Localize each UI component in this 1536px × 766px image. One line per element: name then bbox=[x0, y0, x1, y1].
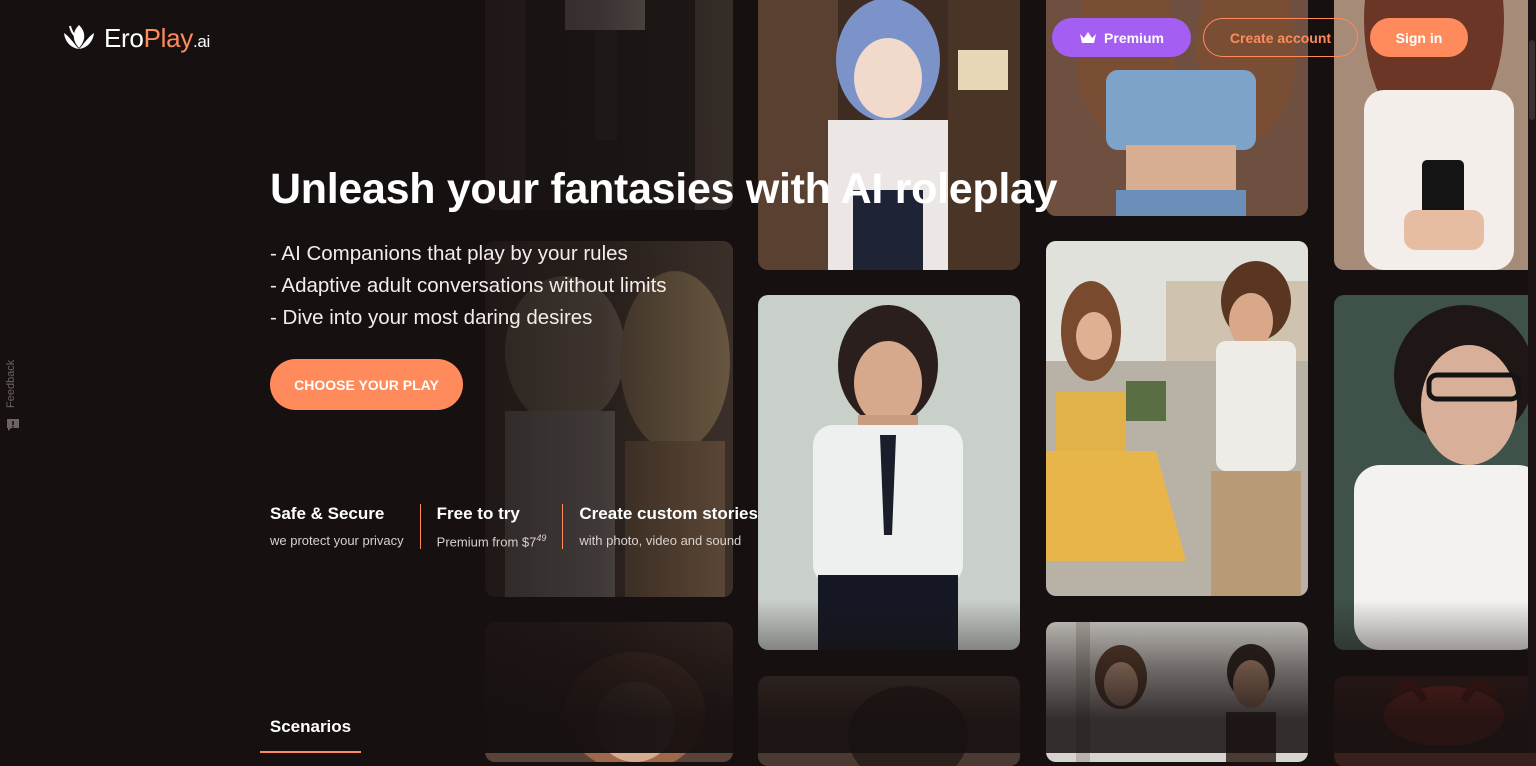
logo-text-ai: .ai bbox=[192, 31, 211, 51]
premium-button-label: Premium bbox=[1104, 29, 1164, 46]
character-photo[interactable] bbox=[1334, 295, 1536, 650]
lotus-logo-icon bbox=[64, 25, 94, 49]
character-photo[interactable] bbox=[758, 0, 1020, 270]
stat-title: Safe & Secure bbox=[270, 504, 385, 523]
create-account-button[interactable]: Create account bbox=[1203, 18, 1358, 57]
stat-free-to-try: Free to try Premium from $749 bbox=[419, 504, 563, 550]
hero-title: Unleash your fantasies with AI roleplay bbox=[270, 165, 1058, 213]
stats-row: Safe & Secure we protect your privacy Fr… bbox=[270, 504, 774, 550]
character-photo[interactable] bbox=[1046, 241, 1308, 596]
stat-subtitle: we protect your privacy bbox=[270, 533, 404, 548]
stat-custom-stories: Create custom stories with photo, video … bbox=[562, 504, 774, 550]
feedback-tab[interactable]: Feedback bbox=[3, 350, 25, 440]
feature-list: - AI Companions that play by your rules … bbox=[270, 238, 667, 334]
scrollbar-thumb[interactable] bbox=[1529, 40, 1535, 120]
character-photo[interactable] bbox=[758, 295, 1020, 650]
logo-text-ero: Ero bbox=[104, 22, 144, 53]
stat-subtitle: Premium from $749 bbox=[437, 533, 547, 549]
feedback-icon bbox=[7, 419, 19, 431]
price-text: Premium from $7 bbox=[436, 534, 537, 550]
character-photo[interactable] bbox=[1046, 622, 1308, 762]
feedback-label: Feedback bbox=[5, 359, 17, 408]
feature-item: - AI Companions that play by your rules bbox=[270, 242, 628, 265]
feature-item: - Dive into your most daring desires bbox=[270, 306, 593, 329]
choose-your-play-button[interactable]: CHOOSE YOUR PLAY bbox=[270, 359, 463, 410]
stat-title: Free to try bbox=[436, 504, 520, 523]
logo-wordmark: EroPlay.ai bbox=[104, 23, 210, 54]
tab-scenarios[interactable]: Scenarios bbox=[260, 716, 361, 753]
scrollbar[interactable] bbox=[1528, 0, 1536, 753]
stat-subtitle: with photo, video and sound bbox=[579, 533, 742, 548]
character-photo[interactable] bbox=[485, 622, 733, 762]
feature-item: - Adaptive adult conversations without l… bbox=[270, 274, 667, 297]
premium-button[interactable]: Premium bbox=[1052, 18, 1191, 57]
site-logo[interactable]: EroPlay.ai bbox=[62, 22, 210, 54]
stat-title: Create custom stories bbox=[579, 504, 758, 523]
crown-icon bbox=[1080, 31, 1097, 43]
logo-text-play: Play bbox=[143, 22, 194, 53]
sign-in-button[interactable]: Sign in bbox=[1370, 18, 1468, 57]
price-cents: 49 bbox=[536, 533, 547, 543]
stat-safe-secure: Safe & Secure we protect your privacy bbox=[270, 504, 420, 549]
